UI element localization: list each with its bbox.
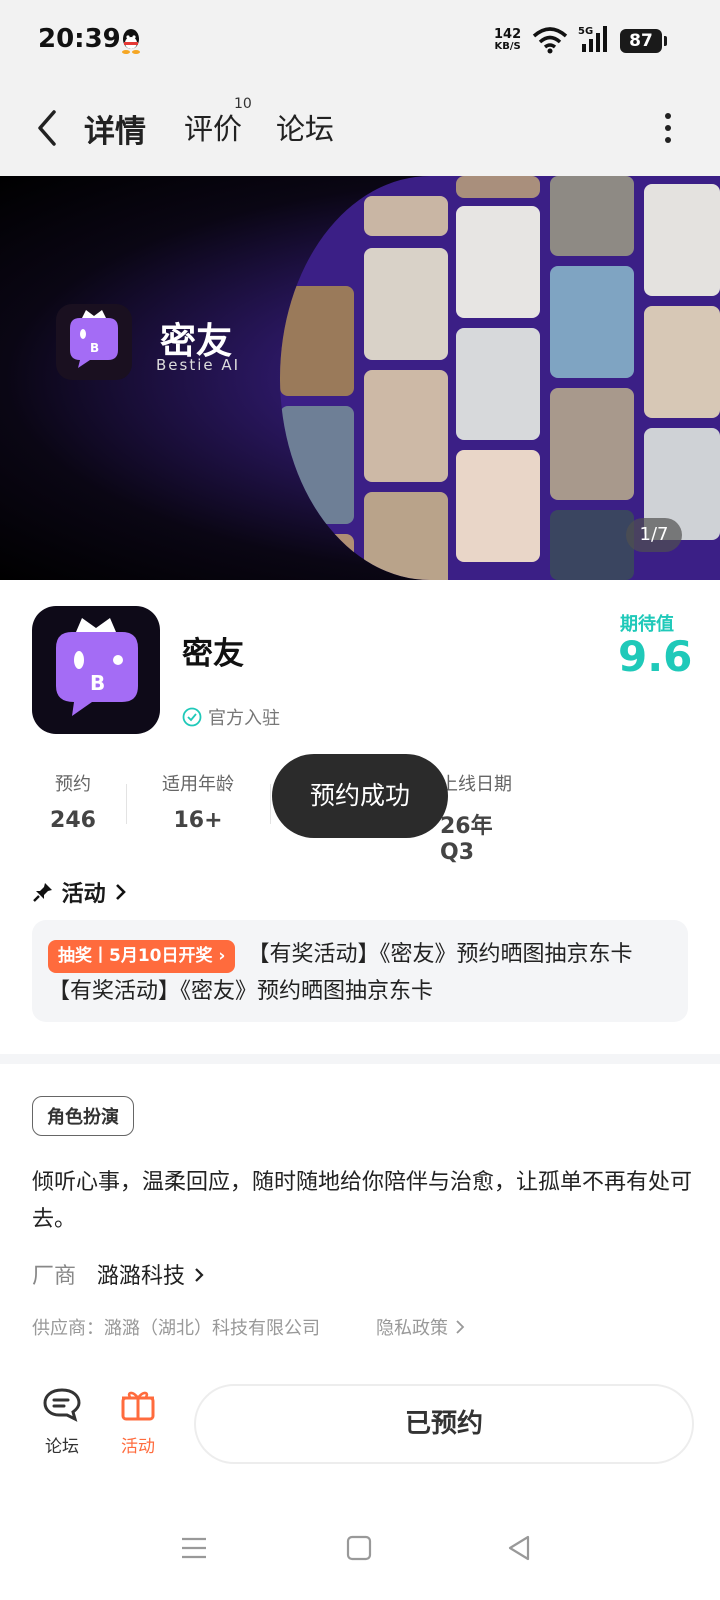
banner-photo	[280, 286, 354, 396]
back-nav-icon[interactable]	[506, 1534, 532, 1562]
banner-photo	[280, 406, 354, 524]
banner-photo	[456, 206, 540, 318]
vendor-label: 厂商	[32, 1264, 77, 1289]
status-bar: 20:39 142 KB/S 5G 87	[0, 0, 720, 80]
tab-forum-label: 论坛	[276, 112, 335, 146]
stat-divider	[126, 784, 127, 824]
chevron-right-icon	[195, 1268, 204, 1282]
banner-photo	[644, 184, 720, 296]
vendor-name: 潞潞科技	[97, 1264, 186, 1289]
stat-value: 246	[50, 808, 96, 833]
tab-detail-label: 详情	[84, 114, 146, 150]
qq-icon	[122, 29, 140, 54]
reserved-button[interactable]: 已预约	[194, 1384, 694, 1464]
banner-photo	[456, 450, 540, 562]
banner-photo	[644, 306, 720, 418]
stat-value: 16+	[173, 808, 223, 833]
forum-label: 论坛	[45, 1437, 79, 1457]
wifi-icon	[532, 27, 568, 54]
activity-card[interactable]: 抽奖丨5月10日开奖 › 【有奖活动】《密友》预约晒图抽京东卡 【有奖活动】《密友…	[32, 920, 688, 1022]
stat-release-date: 上线日期 26年Q3	[440, 770, 526, 865]
stat-divider	[270, 784, 271, 824]
review-count-badge: 10	[234, 96, 252, 112]
net-speed-value: 142	[494, 27, 522, 42]
supplier-info: 供应商：潞潞（湖北）科技有限公司	[32, 1318, 320, 1339]
tab-review[interactable]: 评价 10	[184, 96, 252, 148]
gift-icon	[121, 1391, 155, 1421]
verified-text: 官方入驻	[208, 708, 280, 729]
verified-label: 官方入驻	[182, 704, 280, 730]
svg-text:B: B	[90, 341, 99, 355]
tab-forum[interactable]: 论坛	[276, 106, 334, 148]
expectation-score: 9.6	[618, 632, 693, 681]
app-icon: B	[32, 606, 160, 734]
chevron-right-icon	[116, 884, 127, 900]
activity-section-header[interactable]: 活动	[32, 876, 129, 908]
forum-button[interactable]: 论坛	[32, 1386, 92, 1457]
category-tag[interactable]: 角色扮演	[32, 1096, 134, 1136]
privacy-policy-link[interactable]: 隐私政策	[376, 1314, 466, 1340]
section-divider	[0, 1054, 720, 1064]
check-circle-icon	[182, 707, 202, 727]
app-name: 密友	[182, 636, 244, 672]
vendor-row[interactable]: 厂商 潞潞科技	[32, 1258, 206, 1290]
banner-photo	[550, 510, 634, 580]
home-nav-icon[interactable]	[346, 1534, 372, 1562]
stat-reservations: 预约 246	[42, 770, 104, 833]
status-time: 20:39	[38, 24, 121, 54]
banner-subtitle: Bestie AI	[156, 356, 241, 374]
svg-text:B: B	[90, 671, 105, 695]
tab-review-label: 评价	[184, 112, 243, 146]
stat-value: 26年Q3	[440, 814, 493, 865]
signal-label: 5G	[578, 26, 593, 37]
menu-nav-icon[interactable]	[180, 1534, 208, 1562]
banner-photo	[364, 492, 448, 580]
activity-label: 活动	[121, 1437, 155, 1457]
chat-bubble-icon	[43, 1388, 81, 1422]
battery-indicator: 87	[620, 29, 667, 53]
banner-app-logo: B	[56, 304, 132, 380]
activity-button[interactable]: 活动	[108, 1386, 168, 1457]
header-bar: 详情 评价 10 论坛	[0, 80, 720, 176]
stat-label: 上线日期	[440, 774, 512, 795]
net-speed-unit: KB/S	[494, 41, 521, 52]
lottery-badge-text: 抽奖丨5月10日开奖	[58, 946, 213, 966]
banner-photo	[364, 370, 448, 482]
signal-icon: 5G	[578, 26, 607, 52]
lottery-badge[interactable]: 抽奖丨5月10日开奖 ›	[48, 940, 236, 973]
banner-photo	[456, 328, 540, 440]
privacy-policy-text: 隐私政策	[376, 1318, 448, 1339]
stat-label: 预约	[55, 774, 91, 795]
tab-detail[interactable]: 详情	[80, 106, 150, 151]
banner-photo	[550, 176, 634, 256]
banner-photo	[280, 534, 354, 580]
carousel-page-indicator: 1/7	[626, 518, 682, 552]
net-speed: 142 KB/S	[494, 28, 521, 52]
app-description: 倾听心事，温柔回应，随时随地给你陪伴与治愈，让孤单不再有处可去。	[32, 1170, 693, 1232]
activity-title: 活动	[61, 882, 106, 907]
banner-photo	[364, 196, 448, 236]
banner-photo	[550, 388, 634, 500]
toast-message: 预约成功	[272, 754, 448, 838]
banner-photo	[364, 248, 448, 360]
stat-label: 适用年龄	[162, 774, 234, 795]
screenshot-carousel[interactable]: B 密友 Bestie AI 1/7	[0, 176, 720, 580]
banner-photo	[550, 266, 634, 378]
stat-age-rating: 适用年龄 16+	[150, 770, 246, 833]
pin-icon	[33, 883, 52, 902]
more-options-icon[interactable]	[658, 110, 678, 146]
chevron-right-icon	[456, 1320, 465, 1334]
back-arrow-icon[interactable]	[30, 104, 66, 152]
banner-photo	[456, 176, 540, 198]
